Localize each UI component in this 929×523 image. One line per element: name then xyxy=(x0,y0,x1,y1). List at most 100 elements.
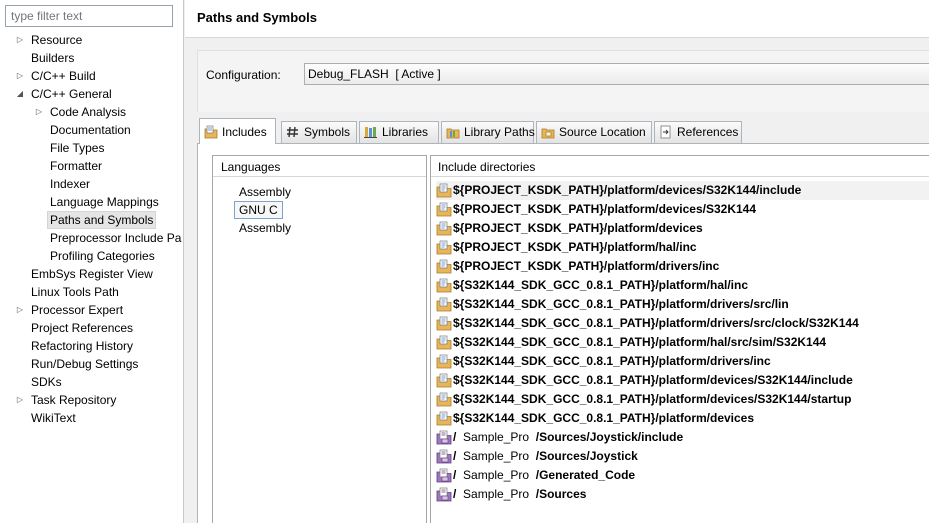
language-item[interactable]: Assembly xyxy=(239,183,291,201)
language-item[interactable]: Assembly xyxy=(239,219,291,237)
include-folder-icon xyxy=(436,278,452,293)
tab-label: Includes xyxy=(222,125,267,139)
expanded-twisty-icon[interactable]: ◢ xyxy=(15,85,25,103)
library-folder-icon xyxy=(446,128,460,139)
include-directory-row[interactable]: ${PROJECT_KSDK_PATH}/platform/devices/S3… xyxy=(436,200,929,219)
tree-item-run-debug-settings[interactable]: Run/Debug Settings xyxy=(0,355,183,373)
tree-item-documentation[interactable]: Documentation xyxy=(0,121,183,139)
tree-item-label: Profiling Categories xyxy=(50,249,155,263)
include-directory-row[interactable]: ${PROJECT_KSDK_PATH}/platform/devices/S3… xyxy=(436,181,929,200)
include-path: /Sources/Joystick/include xyxy=(535,430,684,444)
tree-item-formatter[interactable]: Formatter xyxy=(0,157,183,175)
filter-input[interactable] xyxy=(5,5,173,27)
include-path: ${PROJECT_KSDK_PATH}/platform/drivers/in… xyxy=(453,259,720,273)
include-path: /Generated_Code xyxy=(535,468,636,482)
tree-item-label: C/C++ General xyxy=(31,87,112,101)
tree-item-preprocessor-include-pa[interactable]: Preprocessor Include Pa xyxy=(0,229,183,247)
tab-label: Library Paths xyxy=(464,125,535,139)
include-directory-row[interactable]: ${S32K144_SDK_GCC_0.8.1_PATH}/platform/d… xyxy=(436,390,929,409)
include-path: ${PROJECT_KSDK_PATH}/platform/devices/S3… xyxy=(453,202,756,216)
tree-item-wikitext[interactable]: WikiText xyxy=(0,409,183,427)
workspace-include-icon xyxy=(436,487,452,502)
collapsed-twisty-icon[interactable]: ▷ xyxy=(15,301,25,319)
tree-item-label: Task Repository xyxy=(31,393,117,407)
tree-item-label: Preprocessor Include Pa xyxy=(50,231,182,245)
include-directory-row[interactable]: / Sample_Pro /Sources xyxy=(436,485,929,504)
path-prefix: / xyxy=(453,449,464,463)
include-directory-row[interactable]: ${S32K144_SDK_GCC_0.8.1_PATH}/platform/d… xyxy=(436,314,929,333)
collapsed-twisty-icon[interactable]: ▷ xyxy=(15,31,25,49)
tree-item-sdks[interactable]: SDKs xyxy=(0,373,183,391)
configuration-select[interactable]: Debug_FLASH [ Active ] xyxy=(304,63,929,85)
tab-label: Source Location xyxy=(559,125,646,139)
source-folder-icon xyxy=(541,128,555,139)
property-tree: ▷ Resource Builders ▷ C/C++ Build ◢ C/C++ Gene… xyxy=(0,31,183,427)
collapsed-twisty-icon[interactable]: ▷ xyxy=(15,391,25,409)
tab-symbols[interactable]: Symbols xyxy=(281,121,357,143)
tree-item-label: C/C++ Build xyxy=(31,69,96,83)
tree-item-paths-and-symbols[interactable]: Paths and Symbols xyxy=(0,211,183,229)
collapsed-twisty-icon[interactable]: ▷ xyxy=(34,103,44,121)
project-name: Sample_Pro xyxy=(463,449,530,463)
include-directory-row[interactable]: ${S32K144_SDK_GCC_0.8.1_PATH}/platform/d… xyxy=(436,295,929,314)
include-folder-icon xyxy=(436,335,452,350)
tree-item-project-references[interactable]: Project References xyxy=(0,319,183,337)
tree-item-profiling-categories[interactable]: Profiling Categories xyxy=(0,247,183,265)
path-prefix: / xyxy=(453,487,464,501)
tree-item-label: Indexer xyxy=(50,177,91,191)
include-folder-icon xyxy=(436,411,452,426)
include-directory-row[interactable]: / Sample_Pro /Sources/Joystick/include xyxy=(436,428,929,447)
tab-libraries[interactable]: Libraries xyxy=(359,121,439,143)
tab-library-paths[interactable]: Library Paths xyxy=(441,121,535,143)
configuration-label: Configuration: xyxy=(206,68,281,82)
languages-header: Languages xyxy=(213,156,426,177)
include-directory-row[interactable]: ${PROJECT_KSDK_PATH}/platform/devices xyxy=(436,219,929,238)
tree-item-language-mappings[interactable]: Language Mappings xyxy=(0,193,183,211)
tree-item-builders[interactable]: Builders xyxy=(0,49,183,67)
tab-label: Symbols xyxy=(304,125,351,139)
path-prefix: / xyxy=(453,430,464,444)
tree-item-file-types[interactable]: File Types xyxy=(0,139,183,157)
workspace-include-text: / Sample_Pro /Generated_Code xyxy=(453,466,635,485)
tree-item-label: Code Analysis xyxy=(50,105,127,119)
include-path: ${S32K144_SDK_GCC_0.8.1_PATH}/platform/d… xyxy=(453,373,853,387)
tree-item-embsys-register-view[interactable]: EmbSys Register View xyxy=(0,265,183,283)
include-directories-list[interactable]: Include directories ${PROJECT_KSDK_PATH}… xyxy=(430,155,929,523)
include-folder-icon xyxy=(436,316,452,331)
references-icon xyxy=(660,125,671,139)
include-path: /Sources/Joystick xyxy=(535,449,638,463)
include-directories-header: Include directories xyxy=(431,156,929,177)
tab-includes[interactable]: Includes xyxy=(199,118,276,144)
tree-item-resource[interactable]: ▷ Resource xyxy=(0,31,183,49)
include-directory-row[interactable]: ${S32K144_SDK_GCC_0.8.1_PATH}/platform/h… xyxy=(436,333,929,352)
tree-item-c-c-general[interactable]: ◢ C/C++ General xyxy=(0,85,183,103)
collapsed-twisty-icon[interactable]: ▷ xyxy=(15,67,25,85)
include-folder-icon xyxy=(436,354,452,369)
include-directory-row[interactable]: ${S32K144_SDK_GCC_0.8.1_PATH}/platform/d… xyxy=(436,352,929,371)
tree-item-indexer[interactable]: Indexer xyxy=(0,175,183,193)
project-name: Sample_Pro xyxy=(463,430,530,444)
tab-source-location[interactable]: Source Location xyxy=(536,121,652,143)
tree-item-label: Resource xyxy=(31,33,83,47)
include-directory-row[interactable]: ${S32K144_SDK_GCC_0.8.1_PATH}/platform/d… xyxy=(436,371,929,390)
tree-item-code-analysis[interactable]: ▷ Code Analysis xyxy=(0,103,183,121)
workspace-include-icon xyxy=(436,468,452,483)
include-directory-row[interactable]: ${PROJECT_KSDK_PATH}/platform/hal/inc xyxy=(436,238,929,257)
include-folder-icon xyxy=(436,259,452,274)
tree-item-label: Documentation xyxy=(50,123,131,137)
include-directory-row[interactable]: ${PROJECT_KSDK_PATH}/platform/drivers/in… xyxy=(436,257,929,276)
tree-item-c-c-build[interactable]: ▷ C/C++ Build xyxy=(0,67,183,85)
include-directory-row[interactable]: / Sample_Pro /Sources/Joystick xyxy=(436,447,929,466)
include-path: /Sources xyxy=(535,487,587,501)
languages-list[interactable]: Languages Assembly GNU C Assembly xyxy=(212,155,427,523)
tab-references[interactable]: References xyxy=(654,121,742,143)
tree-item-linux-tools-path[interactable]: Linux Tools Path xyxy=(0,283,183,301)
tree-item-task-repository[interactable]: ▷ Task Repository xyxy=(0,391,183,409)
include-directory-row[interactable]: ${S32K144_SDK_GCC_0.8.1_PATH}/platform/h… xyxy=(436,276,929,295)
tree-item-processor-expert[interactable]: ▷ Processor Expert xyxy=(0,301,183,319)
workspace-include-icon xyxy=(436,449,452,464)
tree-item-refactoring-history[interactable]: Refactoring History xyxy=(0,337,183,355)
include-directory-row[interactable]: / Sample_Pro /Generated_Code xyxy=(436,466,929,485)
include-directory-row[interactable]: ${S32K144_SDK_GCC_0.8.1_PATH}/platform/d… xyxy=(436,409,929,428)
language-item[interactable]: GNU C xyxy=(234,201,283,219)
